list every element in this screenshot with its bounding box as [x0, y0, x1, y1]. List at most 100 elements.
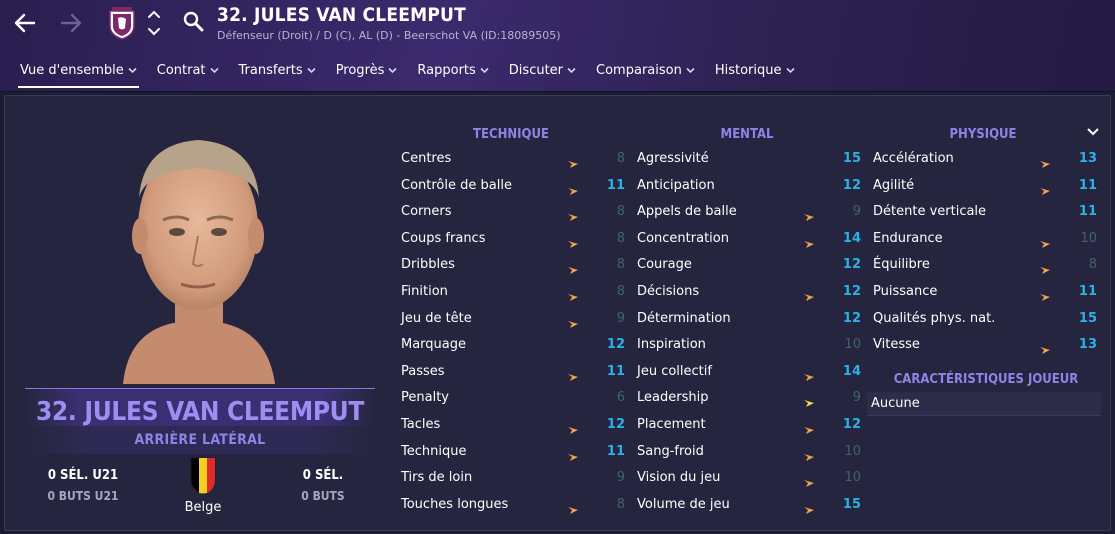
attribute-row[interactable]: Centres 8 — [401, 148, 625, 175]
attribute-row[interactable]: Concentration 14 — [637, 228, 861, 255]
player-photo — [103, 118, 293, 384]
tab-3[interactable]: Progrès — [326, 58, 408, 90]
attribute-name: Finition — [401, 283, 448, 299]
attribute-row[interactable]: Endurance 10 — [873, 228, 1099, 255]
attribute-row[interactable]: Volume de jeu 15 — [637, 494, 861, 521]
belgium-flag-icon[interactable] — [189, 456, 217, 496]
attribute-row[interactable]: Passes 11 — [401, 361, 625, 388]
attribute-value: 12 — [842, 416, 861, 432]
up-down-chevron-icon[interactable] — [146, 6, 162, 40]
attribute-value: 11 — [1078, 177, 1097, 193]
attribute-row[interactable]: Technique 11 — [401, 441, 625, 468]
chevron-down-icon — [388, 67, 397, 77]
attribute-value: 8 — [616, 257, 625, 273]
physique-title: PHYSIQUE — [949, 127, 1017, 142]
attribute-row[interactable]: Détente verticale 11 — [873, 201, 1099, 228]
attribute-value: 15 — [1078, 310, 1097, 326]
tab-7[interactable]: Historique — [705, 58, 805, 90]
orange-arrow-icon — [567, 500, 579, 514]
chevron-down-icon[interactable] — [1086, 122, 1100, 136]
attribute-row[interactable]: Tirs de loin 9 — [401, 467, 625, 494]
attribute-row[interactable]: Vision du jeu 10 — [637, 467, 861, 494]
attribute-value: 13 — [1078, 151, 1097, 166]
attribute-name: Inspiration — [637, 337, 706, 353]
attribute-name: Marquage — [401, 337, 467, 353]
attribute-name: Vitesse — [873, 337, 920, 353]
chevron-down-icon — [480, 67, 489, 77]
technique-title: TECHNIQUE — [473, 127, 549, 142]
attribute-row[interactable]: Vitesse 13 — [873, 334, 1099, 361]
attribute-row[interactable]: Détermination 12 — [637, 308, 861, 335]
characteristics-box[interactable]: Aucune — [867, 392, 1101, 416]
orange-arrow-icon — [567, 154, 579, 168]
attribute-name: Agressivité — [637, 151, 709, 166]
attribute-value: 12 — [842, 283, 861, 299]
attribute-row[interactable]: Équilibre 8 — [873, 254, 1099, 281]
attribute-value: 12 — [606, 416, 625, 432]
player-profile-screen: 32. JULES VAN CLEEMPUT Défenseur (Droit)… — [0, 0, 1115, 534]
orange-arrow-icon — [803, 367, 815, 381]
attribute-value: 8 — [616, 204, 625, 220]
characteristics-title: CARACTÉRISTIQUES JOUEUR — [893, 372, 1079, 387]
attribute-name: Détermination — [637, 310, 731, 326]
forward-arrow-icon[interactable] — [56, 8, 86, 38]
tab-2[interactable]: Transferts — [229, 58, 326, 90]
attribute-value: 10 — [844, 337, 861, 353]
attribute-row[interactable]: Leadership 9 — [637, 387, 861, 414]
attribute-value: 12 — [842, 310, 861, 326]
club-badge-icon[interactable] — [108, 6, 136, 40]
attribute-row[interactable]: Décisions 12 — [637, 281, 861, 308]
attribute-row[interactable]: Puissance 11 — [873, 281, 1099, 308]
attribute-value: 11 — [606, 443, 625, 459]
attribute-name: Corners — [401, 204, 452, 220]
attribute-row[interactable]: Coups francs 8 — [401, 228, 625, 255]
attribute-row[interactable]: Finition 8 — [401, 281, 625, 308]
senior-goals: 0 BUTS — [301, 489, 345, 503]
attribute-row[interactable]: Contrôle de balle 11 — [401, 175, 625, 202]
attribute-row[interactable]: Corners 8 — [401, 201, 625, 228]
tab-1[interactable]: Contrat — [147, 58, 229, 90]
chevron-down-icon — [785, 67, 795, 77]
attribute-value: 8 — [1088, 257, 1097, 273]
attribute-value: 9 — [852, 390, 861, 406]
attribute-value: 11 — [1078, 204, 1097, 220]
back-arrow-icon[interactable] — [10, 8, 40, 38]
attribute-row[interactable]: Jeu collectif 14 — [637, 361, 861, 388]
attribute-row[interactable]: Touches longues 8 — [401, 494, 625, 521]
attribute-row[interactable]: Jeu de tête 9 — [401, 308, 625, 335]
tab-label: Discuter — [508, 63, 564, 78]
attribute-row[interactable]: Anticipation 12 — [637, 175, 861, 202]
attribute-value: 12 — [842, 257, 861, 273]
attribute-row[interactable]: Appels de balle 9 — [637, 201, 861, 228]
attribute-name: Jeu collectif — [637, 363, 712, 379]
orange-arrow-icon — [1039, 154, 1051, 168]
attribute-name: Touches longues — [401, 496, 509, 512]
attribute-row[interactable]: Sang-froid 10 — [637, 441, 861, 468]
attribute-value: 8 — [616, 496, 625, 512]
tab-5[interactable]: Discuter — [499, 58, 586, 90]
attribute-row[interactable]: Marquage 12 — [401, 334, 625, 361]
tab-label: Transferts — [238, 63, 303, 78]
orange-arrow-icon — [567, 367, 579, 381]
attribute-row[interactable]: Dribbles 8 — [401, 254, 625, 281]
tab-6[interactable]: Comparaison — [586, 58, 705, 90]
attribute-row[interactable]: Accélération 13 — [873, 148, 1099, 175]
tab-0[interactable]: Vue d'ensemble — [10, 58, 147, 90]
attribute-row[interactable]: Tacles 12 — [401, 414, 625, 441]
search-icon[interactable] — [182, 10, 206, 34]
attribute-row[interactable]: Inspiration 10 — [637, 334, 861, 361]
attribute-name: Puissance — [873, 283, 938, 299]
attribute-row[interactable]: Placement 12 — [637, 414, 861, 441]
orange-arrow-icon — [1039, 234, 1051, 248]
attribute-row[interactable]: Agressivité 15 — [637, 148, 861, 175]
attribute-row[interactable]: Agilité 11 — [873, 175, 1099, 202]
attribute-row[interactable]: Qualités phys. nat. 15 — [873, 308, 1099, 335]
tab-4[interactable]: Rapports — [407, 58, 498, 90]
orange-arrow-icon — [803, 500, 815, 514]
orange-arrow-icon — [803, 447, 815, 461]
attribute-name: Volume de jeu — [637, 496, 730, 512]
attribute-row[interactable]: Courage 12 — [637, 254, 861, 281]
banner-player-name: 32. JULES VAN CLEEMPUT — [35, 397, 365, 426]
attribute-name: Courage — [637, 257, 692, 273]
attribute-row[interactable]: Penalty 6 — [401, 387, 625, 414]
